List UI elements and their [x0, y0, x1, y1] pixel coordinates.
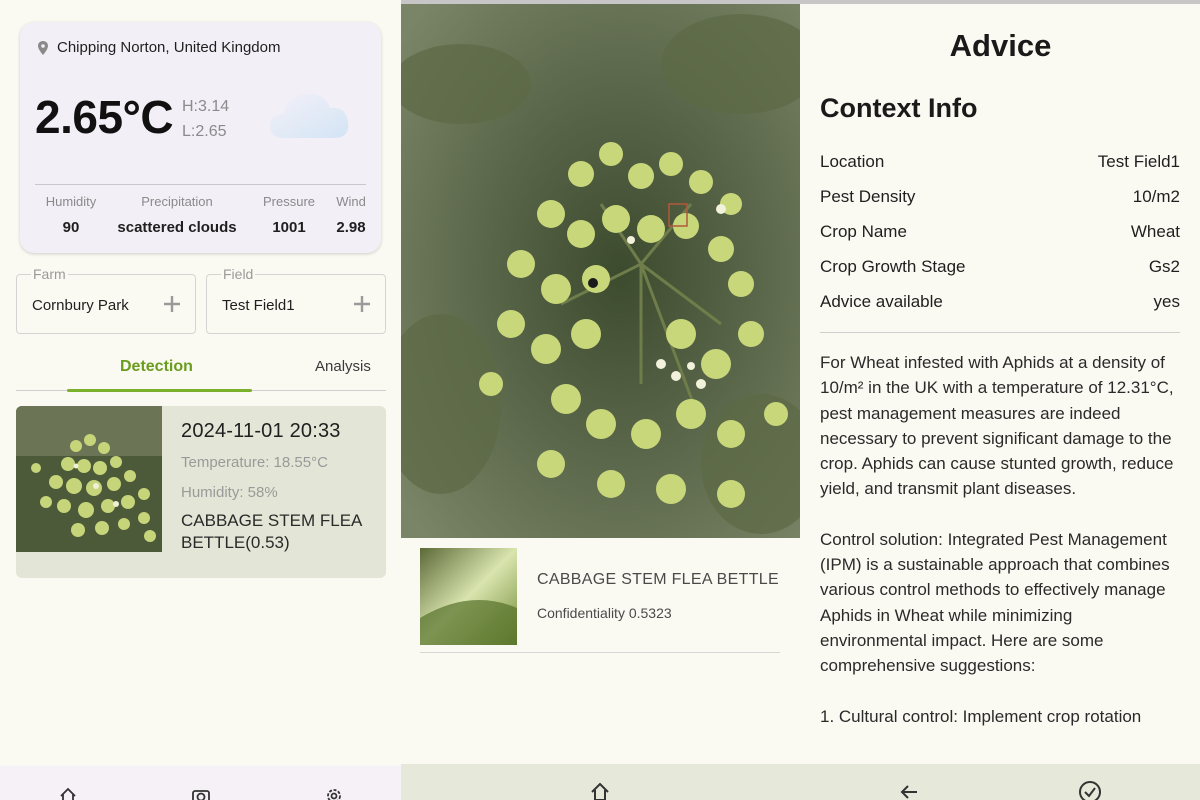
- context-value: Test Field1: [1097, 152, 1180, 171]
- stat-value: scattered clouds: [117, 219, 237, 236]
- advice-paragraph: For Wheat infested with Aphids at a dens…: [820, 353, 1174, 499]
- high-low: H:3.14 L:2.65: [182, 94, 229, 144]
- home-icon[interactable]: [589, 781, 611, 800]
- context-value: Gs2: [1148, 257, 1180, 276]
- detection-humidity: Humidity: 58%: [181, 484, 278, 501]
- stat-label: Wind: [336, 194, 366, 209]
- context-value: Wheat: [1130, 222, 1180, 241]
- camera-icon[interactable]: [191, 786, 211, 800]
- detection-confidence: Confidentiality 0.5323: [537, 605, 672, 621]
- context-divider: [820, 332, 1180, 333]
- advice-title: Advice: [949, 28, 1052, 63]
- tab-detection[interactable]: Detection: [120, 358, 193, 376]
- detail-divider: [420, 652, 780, 653]
- farm-caption: Farm: [31, 266, 68, 282]
- context-row-growth-stage: Crop Growth Stage Gs2: [820, 257, 1180, 277]
- stat-value: 1001: [272, 219, 306, 236]
- home-icon[interactable]: [58, 786, 78, 800]
- pest-crop-thumbnail: [420, 548, 517, 645]
- confirm-check-icon[interactable]: [1078, 780, 1102, 800]
- weather-stats: Humidity 90 Precipitation scattered clou…: [35, 194, 371, 236]
- context-label: Pest Density: [820, 187, 916, 206]
- context-label: Crop Name: [820, 222, 907, 241]
- low-temperature: L:2.65: [182, 123, 227, 140]
- detection-pest: CABBAGE STEM FLEA BETTLE(0.53): [181, 511, 362, 552]
- location-text: Chipping Norton, United Kingdom: [57, 39, 281, 56]
- context-value: yes: [1153, 292, 1180, 311]
- context-value: 10/m2: [1132, 187, 1180, 206]
- back-arrow-icon[interactable]: [898, 781, 920, 800]
- field-value: Test Field1: [222, 297, 295, 314]
- add-field-icon[interactable]: [353, 295, 371, 313]
- tab-analysis[interactable]: Analysis: [315, 358, 371, 375]
- weather-card: Chipping Norton, United Kingdom 2.65°C H…: [20, 22, 381, 253]
- current-temperature: 2.65°C: [35, 91, 174, 143]
- detection-temperature: Temperature: 18.55°C: [181, 454, 328, 471]
- context-info-title: Context Info: [820, 93, 978, 123]
- stat-label: Humidity: [45, 194, 97, 209]
- stat-label: Precipitation: [141, 194, 213, 209]
- farm-selector[interactable]: Farm Cornbury Park: [16, 266, 196, 334]
- advice-paragraph: 1. Cultural control: Implement crop rota…: [820, 706, 1142, 726]
- weather-divider: [35, 184, 366, 185]
- left-pane: Chipping Norton, United Kingdom 2.65°C H…: [0, 0, 401, 800]
- detection-photo[interactable]: [401, 4, 800, 538]
- location-pin-icon: [38, 40, 48, 55]
- field-selector[interactable]: Field Test Field1: [206, 266, 386, 334]
- location: Chipping Norton, United Kingdom: [37, 39, 280, 56]
- tab-indicator: [67, 389, 252, 392]
- field-caption: Field: [221, 266, 256, 282]
- detection-result-card[interactable]: 2024-11-01 20:33 Temperature: 18.55°C Hu…: [16, 406, 386, 578]
- stat-value: 2.98: [336, 219, 366, 236]
- tab-bar: Detection Analysis: [16, 350, 386, 392]
- stat-pressure: Pressure 1001: [247, 194, 331, 236]
- context-label: Location: [820, 152, 885, 171]
- stat-wind: Wind 2.98: [331, 194, 371, 236]
- detection-timestamp: 2024-11-01 20:33: [181, 420, 341, 442]
- stat-precipitation: Precipitation scattered clouds: [107, 194, 247, 236]
- farm-value: Cornbury Park: [32, 297, 129, 314]
- context-label: Advice available: [820, 292, 943, 311]
- stat-value: 90: [62, 219, 80, 236]
- settings-icon[interactable]: [324, 786, 344, 800]
- add-farm-icon[interactable]: [163, 295, 181, 313]
- context-row-location: Location Test Field1: [820, 152, 1180, 172]
- cloud-icon: [270, 93, 349, 138]
- context-row-advice-available: Advice available yes: [820, 292, 1180, 312]
- stat-label: Pressure: [262, 194, 316, 209]
- advice-text: For Wheat infested with Aphids at a dens…: [820, 350, 1182, 766]
- context-row-pest-density: Pest Density 10/m2: [820, 187, 1180, 207]
- detected-pest-name: CABBAGE STEM FLEA BETTLE: [537, 571, 779, 588]
- advice-paragraph: Control solution: Integrated Pest Manage…: [820, 529, 1170, 676]
- context-label: Crop Growth Stage: [820, 257, 966, 276]
- high-temperature: H:3.14: [182, 98, 230, 115]
- detection-thumbnail: [16, 406, 162, 552]
- context-row-crop-name: Crop Name Wheat: [820, 222, 1180, 242]
- stat-humidity: Humidity 90: [35, 194, 107, 236]
